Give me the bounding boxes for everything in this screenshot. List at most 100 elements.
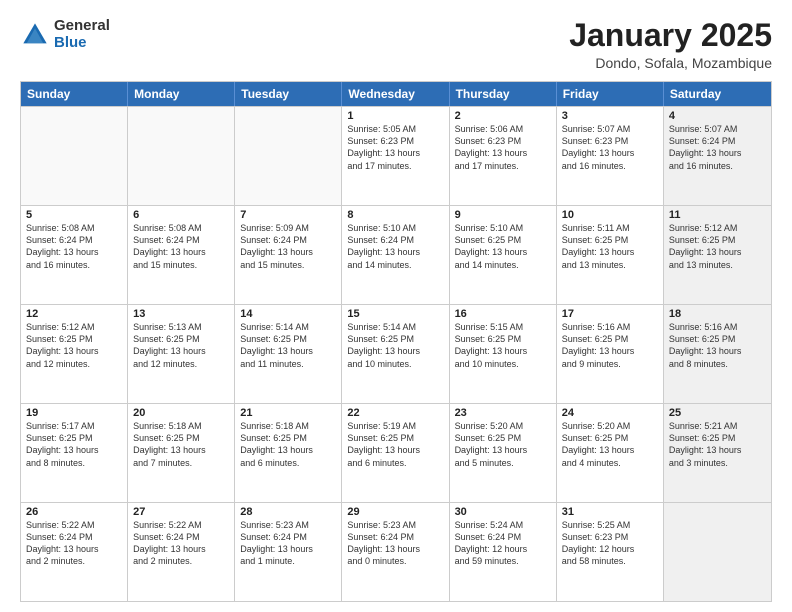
day-cell-15: 15Sunrise: 5:14 AM Sunset: 6:25 PM Dayli… <box>342 305 449 403</box>
header: General Blue January 2025 Dondo, Sofala,… <box>20 18 772 71</box>
day-cell-1: 1Sunrise: 5:05 AM Sunset: 6:23 PM Daylig… <box>342 107 449 205</box>
logo-icon <box>20 20 50 50</box>
day-info: Sunrise: 5:21 AM Sunset: 6:25 PM Dayligh… <box>669 420 766 469</box>
empty-cell-0-2 <box>235 107 342 205</box>
day-cell-31: 31Sunrise: 5:25 AM Sunset: 6:23 PM Dayli… <box>557 503 664 601</box>
calendar: SundayMondayTuesdayWednesdayThursdayFrid… <box>20 81 772 602</box>
day-info: Sunrise: 5:19 AM Sunset: 6:25 PM Dayligh… <box>347 420 443 469</box>
day-number: 31 <box>562 506 658 518</box>
day-number: 24 <box>562 407 658 419</box>
day-cell-2: 2Sunrise: 5:06 AM Sunset: 6:23 PM Daylig… <box>450 107 557 205</box>
day-number: 13 <box>133 308 229 320</box>
day-info: Sunrise: 5:16 AM Sunset: 6:25 PM Dayligh… <box>669 321 766 370</box>
day-info: Sunrise: 5:06 AM Sunset: 6:23 PM Dayligh… <box>455 123 551 172</box>
day-number: 16 <box>455 308 551 320</box>
weekday-header-wednesday: Wednesday <box>342 82 449 106</box>
day-info: Sunrise: 5:18 AM Sunset: 6:25 PM Dayligh… <box>240 420 336 469</box>
weekday-header-friday: Friday <box>557 82 664 106</box>
month-title: January 2025 <box>569 18 772 53</box>
day-cell-3: 3Sunrise: 5:07 AM Sunset: 6:23 PM Daylig… <box>557 107 664 205</box>
day-number: 4 <box>669 110 766 122</box>
day-cell-23: 23Sunrise: 5:20 AM Sunset: 6:25 PM Dayli… <box>450 404 557 502</box>
page: General Blue January 2025 Dondo, Sofala,… <box>0 0 792 612</box>
day-info: Sunrise: 5:10 AM Sunset: 6:24 PM Dayligh… <box>347 222 443 271</box>
day-info: Sunrise: 5:23 AM Sunset: 6:24 PM Dayligh… <box>347 519 443 568</box>
day-info: Sunrise: 5:08 AM Sunset: 6:24 PM Dayligh… <box>26 222 122 271</box>
day-number: 30 <box>455 506 551 518</box>
day-number: 19 <box>26 407 122 419</box>
calendar-row-1: 5Sunrise: 5:08 AM Sunset: 6:24 PM Daylig… <box>21 205 771 304</box>
day-info: Sunrise: 5:24 AM Sunset: 6:24 PM Dayligh… <box>455 519 551 568</box>
weekday-header-tuesday: Tuesday <box>235 82 342 106</box>
day-number: 5 <box>26 209 122 221</box>
day-number: 2 <box>455 110 551 122</box>
day-info: Sunrise: 5:11 AM Sunset: 6:25 PM Dayligh… <box>562 222 658 271</box>
day-number: 9 <box>455 209 551 221</box>
day-number: 29 <box>347 506 443 518</box>
day-cell-28: 28Sunrise: 5:23 AM Sunset: 6:24 PM Dayli… <box>235 503 342 601</box>
day-number: 3 <box>562 110 658 122</box>
logo-text: General Blue <box>54 18 110 51</box>
day-info: Sunrise: 5:25 AM Sunset: 6:23 PM Dayligh… <box>562 519 658 568</box>
day-number: 28 <box>240 506 336 518</box>
day-info: Sunrise: 5:05 AM Sunset: 6:23 PM Dayligh… <box>347 123 443 172</box>
day-cell-25: 25Sunrise: 5:21 AM Sunset: 6:25 PM Dayli… <box>664 404 771 502</box>
day-number: 18 <box>669 308 766 320</box>
day-info: Sunrise: 5:22 AM Sunset: 6:24 PM Dayligh… <box>133 519 229 568</box>
location: Dondo, Sofala, Mozambique <box>569 55 772 71</box>
day-cell-30: 30Sunrise: 5:24 AM Sunset: 6:24 PM Dayli… <box>450 503 557 601</box>
weekday-header-thursday: Thursday <box>450 82 557 106</box>
empty-cell-0-0 <box>21 107 128 205</box>
day-cell-5: 5Sunrise: 5:08 AM Sunset: 6:24 PM Daylig… <box>21 206 128 304</box>
day-number: 23 <box>455 407 551 419</box>
day-info: Sunrise: 5:12 AM Sunset: 6:25 PM Dayligh… <box>26 321 122 370</box>
day-cell-26: 26Sunrise: 5:22 AM Sunset: 6:24 PM Dayli… <box>21 503 128 601</box>
day-info: Sunrise: 5:14 AM Sunset: 6:25 PM Dayligh… <box>240 321 336 370</box>
day-cell-24: 24Sunrise: 5:20 AM Sunset: 6:25 PM Dayli… <box>557 404 664 502</box>
day-info: Sunrise: 5:20 AM Sunset: 6:25 PM Dayligh… <box>455 420 551 469</box>
day-cell-12: 12Sunrise: 5:12 AM Sunset: 6:25 PM Dayli… <box>21 305 128 403</box>
day-number: 21 <box>240 407 336 419</box>
day-info: Sunrise: 5:16 AM Sunset: 6:25 PM Dayligh… <box>562 321 658 370</box>
day-cell-17: 17Sunrise: 5:16 AM Sunset: 6:25 PM Dayli… <box>557 305 664 403</box>
day-info: Sunrise: 5:14 AM Sunset: 6:25 PM Dayligh… <box>347 321 443 370</box>
weekday-header-monday: Monday <box>128 82 235 106</box>
day-cell-27: 27Sunrise: 5:22 AM Sunset: 6:24 PM Dayli… <box>128 503 235 601</box>
day-cell-19: 19Sunrise: 5:17 AM Sunset: 6:25 PM Dayli… <box>21 404 128 502</box>
day-info: Sunrise: 5:13 AM Sunset: 6:25 PM Dayligh… <box>133 321 229 370</box>
day-number: 12 <box>26 308 122 320</box>
day-number: 14 <box>240 308 336 320</box>
day-number: 26 <box>26 506 122 518</box>
day-number: 27 <box>133 506 229 518</box>
day-cell-22: 22Sunrise: 5:19 AM Sunset: 6:25 PM Dayli… <box>342 404 449 502</box>
empty-cell-0-1 <box>128 107 235 205</box>
calendar-row-4: 26 Sunrise: 5:22 AM Sunset: 6:24 PM Dayli… <box>21 502 771 601</box>
day-number: 17 <box>562 308 658 320</box>
day-number: 15 <box>347 308 443 320</box>
day-number: 1 <box>347 110 443 122</box>
day-info: Sunrise: 5:07 AM Sunset: 6:23 PM Dayligh… <box>562 123 658 172</box>
day-cell-29: 29Sunrise: 5:23 AM Sunset: 6:24 PM Dayli… <box>342 503 449 601</box>
day-info: Sunrise: 5:20 AM Sunset: 6:25 PM Dayligh… <box>562 420 658 469</box>
day-info: Sunrise: 5:23 AM Sunset: 6:24 PM Dayligh… <box>240 519 336 568</box>
day-cell-13: 13Sunrise: 5:13 AM Sunset: 6:25 PM Dayli… <box>128 305 235 403</box>
day-info: Sunrise: 5:18 AM Sunset: 6:25 PM Dayligh… <box>133 420 229 469</box>
day-info: Sunrise: 5:08 AM Sunset: 6:24 PM Dayligh… <box>133 222 229 271</box>
day-cell-9: 9Sunrise: 5:10 AM Sunset: 6:25 PM Daylig… <box>450 206 557 304</box>
day-info: Sunrise: 5:15 AM Sunset: 6:25 PM Dayligh… <box>455 321 551 370</box>
day-cell-10: 10Sunrise: 5:11 AM Sunset: 6:25 PM Dayli… <box>557 206 664 304</box>
title-block: January 2025 Dondo, Sofala, Mozambique <box>569 18 772 71</box>
day-cell-8: 8Sunrise: 5:10 AM Sunset: 6:24 PM Daylig… <box>342 206 449 304</box>
calendar-header: SundayMondayTuesdayWednesdayThursdayFrid… <box>21 82 771 106</box>
day-cell-18: 18Sunrise: 5:16 AM Sunset: 6:25 PM Dayli… <box>664 305 771 403</box>
day-info: Sunrise: 5:10 AM Sunset: 6:25 PM Dayligh… <box>455 222 551 271</box>
logo-blue: Blue <box>54 35 110 52</box>
day-cell-20: 20Sunrise: 5:18 AM Sunset: 6:25 PM Dayli… <box>128 404 235 502</box>
day-cell-6: 6Sunrise: 5:08 AM Sunset: 6:24 PM Daylig… <box>128 206 235 304</box>
day-cell-16: 16Sunrise: 5:15 AM Sunset: 6:25 PM Dayli… <box>450 305 557 403</box>
day-cell-14: 14Sunrise: 5:14 AM Sunset: 6:25 PM Dayli… <box>235 305 342 403</box>
calendar-row-2: 12Sunrise: 5:12 AM Sunset: 6:25 PM Dayli… <box>21 304 771 403</box>
calendar-body: 1Sunrise: 5:05 AM Sunset: 6:23 PM Daylig… <box>21 106 771 601</box>
day-info: Sunrise: 5:12 AM Sunset: 6:25 PM Dayligh… <box>669 222 766 271</box>
day-info: Sunrise: 5:07 AM Sunset: 6:24 PM Dayligh… <box>669 123 766 172</box>
